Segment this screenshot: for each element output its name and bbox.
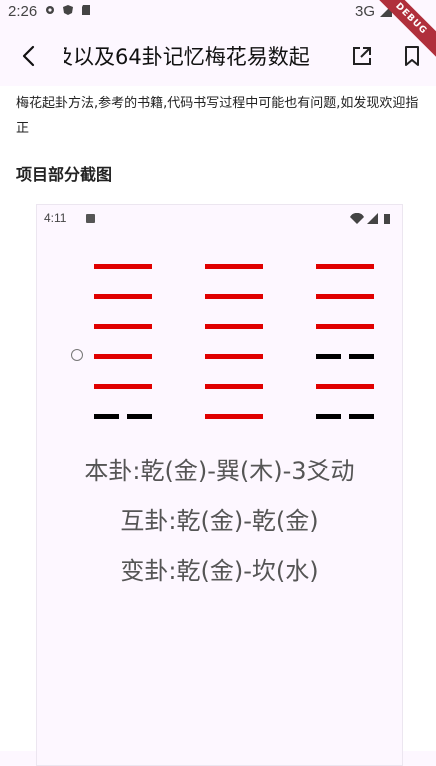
yin-line (94, 414, 152, 419)
description-text: 梅花起卦方法,参考的书籍,代码书写过程中可能也有问题,如发现欢迎指正 (16, 96, 419, 136)
shield-icon (63, 5, 73, 15)
yang-segment (316, 294, 374, 299)
hexagram-2 (205, 264, 263, 424)
embedded-screenshot: 4:11 本卦:乾(金)-巽(木)-3爻动 互卦:乾(金)-乾(金) 变卦:乾(… (36, 204, 403, 766)
yang-line (316, 294, 374, 299)
yang-segment (316, 384, 374, 389)
yang-line (205, 294, 263, 299)
screenshot-status-time: 4:11 (44, 211, 67, 225)
open-in-new-icon[interactable] (350, 44, 374, 68)
bookmark-icon[interactable] (400, 44, 424, 68)
yang-line (94, 384, 152, 389)
yang-line (205, 354, 263, 359)
yang-line (205, 414, 263, 419)
yang-segment (205, 324, 263, 329)
yang-line (316, 264, 374, 269)
content-area: 梅花起卦方法,参考的书籍,代码书写过程中可能也有问题,如发现欢迎指正 项目部分截… (0, 86, 436, 766)
section-title: 项目部分截图 (16, 165, 113, 184)
yang-line (205, 264, 263, 269)
yin-segment (316, 354, 341, 359)
yin-line (316, 414, 374, 419)
status-time: 2:26 (8, 3, 38, 20)
yin-segment (94, 414, 119, 419)
title-container: 及以及64卦记忆梅花易数起 (64, 41, 329, 73)
yang-line (94, 354, 152, 359)
app-bar: 及以及64卦记忆梅花易数起 (0, 24, 436, 86)
yang-segment (316, 324, 374, 329)
yang-line (316, 324, 374, 329)
yang-line (205, 384, 263, 389)
screenshot-app-icon (86, 214, 95, 223)
yin-segment (349, 414, 374, 419)
hexagram-1 (94, 264, 152, 424)
bian-gua-text: 变卦:乾(金)-坎(水) (120, 557, 319, 585)
back-arrow-icon[interactable] (14, 41, 44, 71)
status-icons (44, 4, 92, 16)
yang-segment (205, 384, 263, 389)
yang-line (94, 264, 152, 269)
yin-segment (349, 354, 374, 359)
yang-segment (205, 414, 263, 419)
yang-segment (205, 264, 263, 269)
yin-line (316, 354, 374, 359)
yang-segment (205, 354, 263, 359)
yin-segment (316, 414, 341, 419)
yang-segment (94, 264, 152, 269)
yang-segment (205, 294, 263, 299)
yang-segment (316, 264, 374, 269)
settings-icon (46, 6, 54, 14)
sd-card-icon (82, 5, 90, 15)
screenshot-status-icons (350, 213, 390, 224)
yang-segment (94, 324, 152, 329)
page-title: 及以及64卦记忆梅花易数起 (64, 45, 310, 69)
yang-segment (94, 294, 152, 299)
yang-segment (94, 384, 152, 389)
yang-line (205, 324, 263, 329)
status-bar: 2:26 3G DEBUG (0, 0, 436, 65)
hu-gua-text: 互卦:乾(金)-乾(金) (120, 507, 319, 535)
yang-line (94, 324, 152, 329)
moving-line-marker[interactable] (71, 349, 83, 361)
hexagram-3 (316, 264, 374, 424)
yang-segment (94, 354, 152, 359)
yang-line (94, 294, 152, 299)
ben-gua-text: 本卦:乾(金)-巽(木)-3爻动 (84, 457, 355, 485)
yang-line (316, 384, 374, 389)
network-label: 3G (355, 3, 376, 20)
yin-segment (127, 414, 152, 419)
